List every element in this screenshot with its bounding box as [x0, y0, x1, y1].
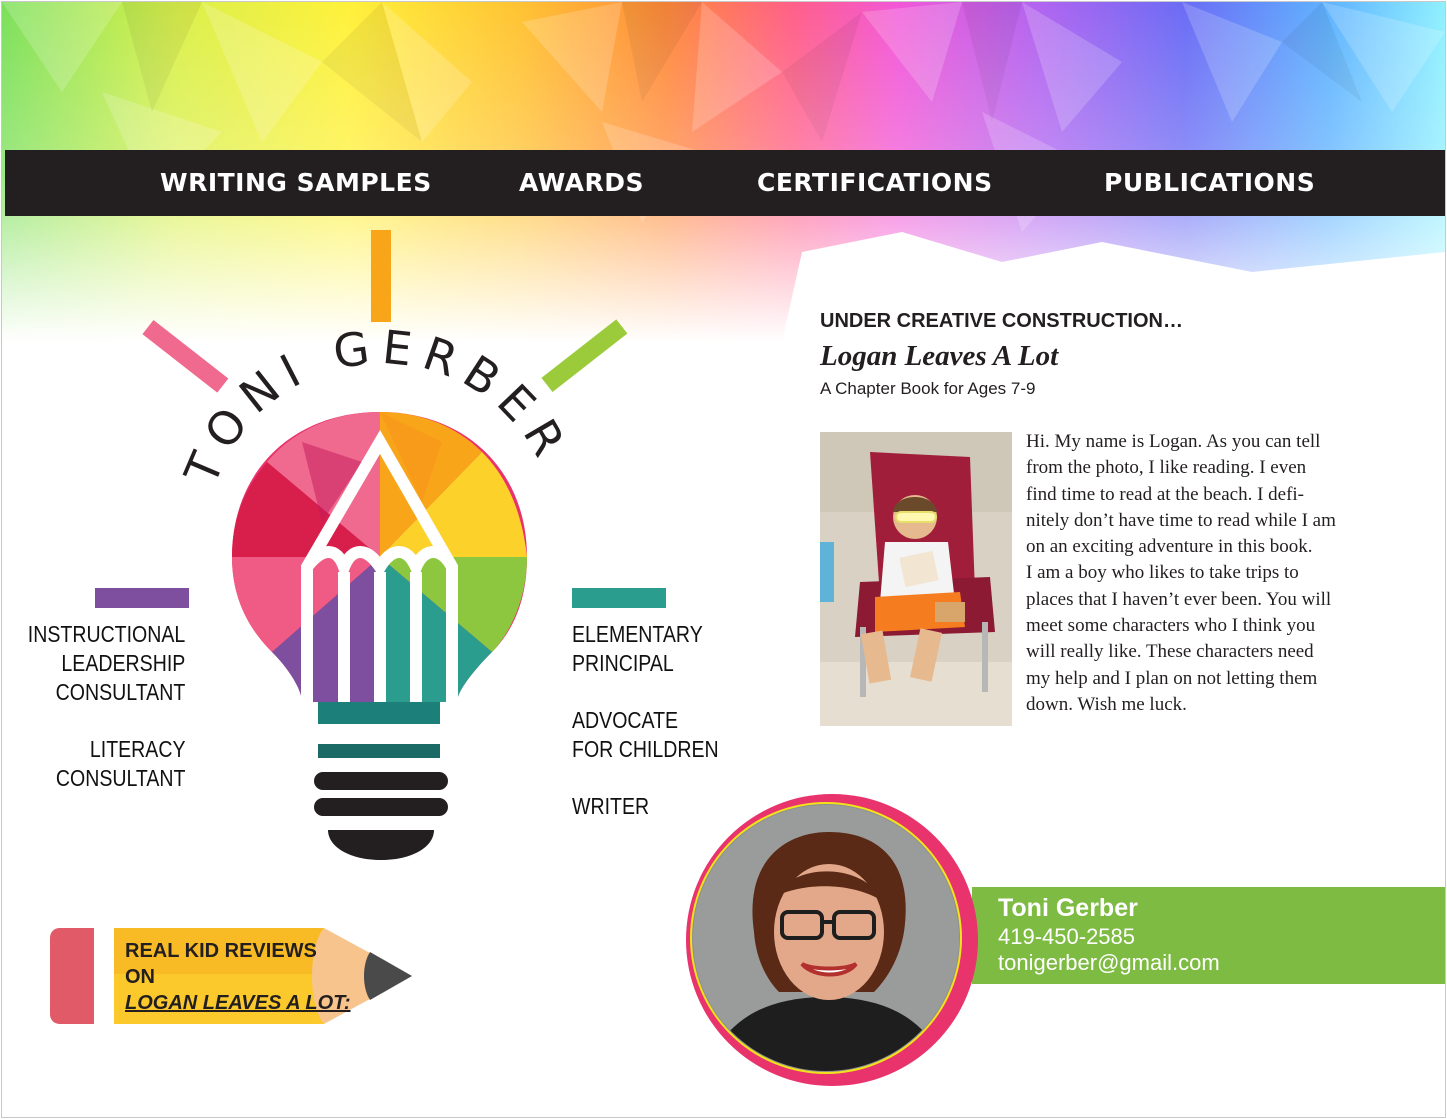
role-instructional-leadership: INSTRUCTIONAL LEADERSHIP CONSULTANT: [27, 620, 185, 707]
role-line: FOR CHILDREN: [572, 736, 719, 762]
role-writer: WRITER: [572, 792, 649, 821]
bio-line: on an exciting adventure in this book.: [1026, 536, 1313, 558]
portrait-photo: [686, 794, 978, 1086]
role-line: CONSULTANT: [55, 679, 185, 705]
reviews-link[interactable]: LOGAN LEAVES A LOT:: [125, 990, 351, 1016]
main-navigation: WRITING SAMPLES AWARDS CERTIFICATIONS PU…: [5, 150, 1445, 216]
book-subtitle: A Chapter Book for Ages 7-9: [820, 379, 1036, 398]
role-line: WRITER: [572, 793, 650, 819]
nav-writing-samples[interactable]: WRITING SAMPLES: [160, 168, 432, 197]
bio-line: from the photo, I like reading. I even: [1026, 457, 1307, 479]
bio-line: places that I haven’t ever been. You wil…: [1026, 588, 1332, 610]
bio-line: nitely don’t have time to read while I a…: [1026, 509, 1336, 531]
contact-email[interactable]: tonigerber@gmail.com: [998, 950, 1220, 976]
under-construction-heading: UNDER CREATIVE CONSTRUCTION…: [820, 310, 1183, 332]
page-frame: WRITING SAMPLES AWARDS CERTIFICATIONS PU…: [1, 1, 1446, 1118]
bio-line: find time to read at the beach. I defi-: [1026, 483, 1305, 505]
role-line: LEADERSHIP: [61, 650, 186, 676]
logan-reading-photo: [820, 432, 1012, 726]
ray-orange-icon: [371, 230, 391, 322]
role-line: ADVOCATE: [572, 707, 679, 733]
bio-line: will really like. These characters need: [1026, 641, 1314, 663]
logan-bio: Hi. My name is Logan. As you can tell fr…: [1026, 429, 1371, 718]
role-advocate: ADVOCATE FOR CHILDREN: [572, 706, 719, 764]
nav-publications[interactable]: PUBLICATIONS: [1104, 168, 1315, 197]
ray-green-icon: [541, 319, 628, 393]
role-line: INSTRUCTIONAL: [27, 621, 185, 647]
bio-line: I am a boy who likes to take trips to: [1026, 562, 1299, 584]
role-elementary-principal: ELEMENTARY PRINCIPAL: [572, 620, 703, 678]
nav-awards[interactable]: AWARDS: [519, 168, 644, 197]
role-line: PRINCIPAL: [572, 650, 674, 676]
bio-line: meet some characters who I think you: [1026, 615, 1316, 637]
role-literacy-consultant: LITERACY CONSULTANT: [55, 735, 185, 793]
contact-phone[interactable]: 419-450-2585: [998, 924, 1135, 950]
role-line: LITERACY: [89, 736, 185, 762]
contact-name: Toni Gerber: [998, 894, 1138, 922]
reviews-line: ON: [125, 966, 155, 988]
nav-certifications[interactable]: CERTIFICATIONS: [757, 168, 993, 197]
reviews-callout: REAL KID REVIEWS ON LOGAN LEAVES A LOT:: [125, 938, 351, 1016]
purple-accent-bar: [95, 588, 189, 608]
role-line: ELEMENTARY: [572, 621, 703, 647]
reviews-line: REAL KID REVIEWS: [125, 940, 317, 962]
bio-line: my help and I plan on not letting them: [1026, 667, 1318, 689]
role-line: CONSULTANT: [55, 765, 185, 791]
teal-accent-bar: [572, 588, 666, 608]
bio-line: down. Wish me luck.: [1026, 693, 1187, 715]
bio-line: Hi. My name is Logan. As you can tell: [1026, 431, 1321, 452]
ray-pink-icon: [142, 319, 229, 393]
book-title: Logan Leaves A Lot: [820, 340, 1059, 372]
